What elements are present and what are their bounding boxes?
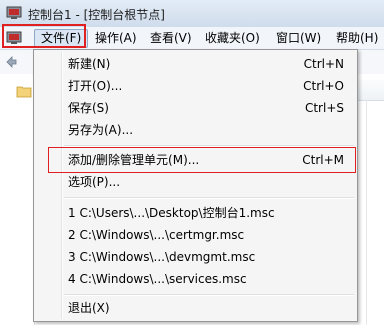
menu-favorites[interactable]: 收藏夹(O) xyxy=(205,30,260,46)
menu-item-recent-4[interactable]: 4 C:\Windows\...\services.msc xyxy=(35,268,356,290)
folder-icon[interactable] xyxy=(16,84,32,98)
add-remove-snapin-highlight-box xyxy=(48,147,356,173)
menu-item-label: 另存为(A)... xyxy=(68,123,134,137)
file-menu-dropdown: 新建(N) Ctrl+N 打开(O)... Ctrl+O 保存(S) Ctrl+… xyxy=(33,49,358,322)
menu-item-label: 1 C:\Users\...\Desktop\控制台1.msc xyxy=(68,206,275,220)
menu-separator xyxy=(64,197,354,199)
menu-item-recent-1[interactable]: 1 C:\Users\...\Desktop\控制台1.msc xyxy=(35,202,356,224)
menu-item-label: 新建(N) xyxy=(68,57,111,71)
tree-pane xyxy=(0,74,35,325)
menu-item-exit[interactable]: 退出(X) xyxy=(35,297,356,319)
back-arrow-icon[interactable] xyxy=(4,55,18,69)
menu-item-label: 打开(O)... xyxy=(68,79,123,93)
pane-divider xyxy=(366,100,367,325)
menu-item-new[interactable]: 新建(N) Ctrl+N xyxy=(35,53,356,75)
menu-item-label: 保存(S) xyxy=(68,101,109,115)
menu-item-label: 退出(X) xyxy=(68,301,110,315)
menu-item-save-as[interactable]: 另存为(A)... xyxy=(35,119,356,141)
menu-item-shortcut: Ctrl+O xyxy=(303,79,344,93)
menu-item-label: 选项(P)... xyxy=(68,175,121,189)
menu-view[interactable]: 查看(V) xyxy=(150,30,192,46)
menu-item-open[interactable]: 打开(O)... Ctrl+O xyxy=(35,75,356,97)
menu-help[interactable]: 帮助(H) xyxy=(336,30,378,46)
menu-item-shortcut: Ctrl+N xyxy=(303,57,344,71)
menu-window[interactable]: 窗口(W) xyxy=(276,30,321,46)
menu-item-label: 3 C:\Windows\...\devmgmt.msc xyxy=(68,250,256,264)
menu-action[interactable]: 操作(A) xyxy=(95,30,137,46)
menu-item-shortcut: Ctrl+S xyxy=(304,101,344,115)
window-title: 控制台1 - [控制台根节点] xyxy=(28,8,165,22)
menu-item-label: 2 C:\Windows\...\certmgr.msc xyxy=(68,228,245,242)
menu-separator xyxy=(64,294,354,296)
menu-item-options[interactable]: 选项(P)... xyxy=(35,171,356,193)
menu-item-save[interactable]: 保存(S) Ctrl+S xyxy=(35,97,356,119)
menu-item-label: 4 C:\Windows\...\services.msc xyxy=(68,272,247,286)
menu-item-recent-2[interactable]: 2 C:\Windows\...\certmgr.msc xyxy=(35,224,356,246)
mmc-console-icon xyxy=(6,6,22,19)
menu-item-recent-3[interactable]: 3 C:\Windows\...\devmgmt.msc xyxy=(35,246,356,268)
file-menu-highlight-box xyxy=(2,24,86,48)
